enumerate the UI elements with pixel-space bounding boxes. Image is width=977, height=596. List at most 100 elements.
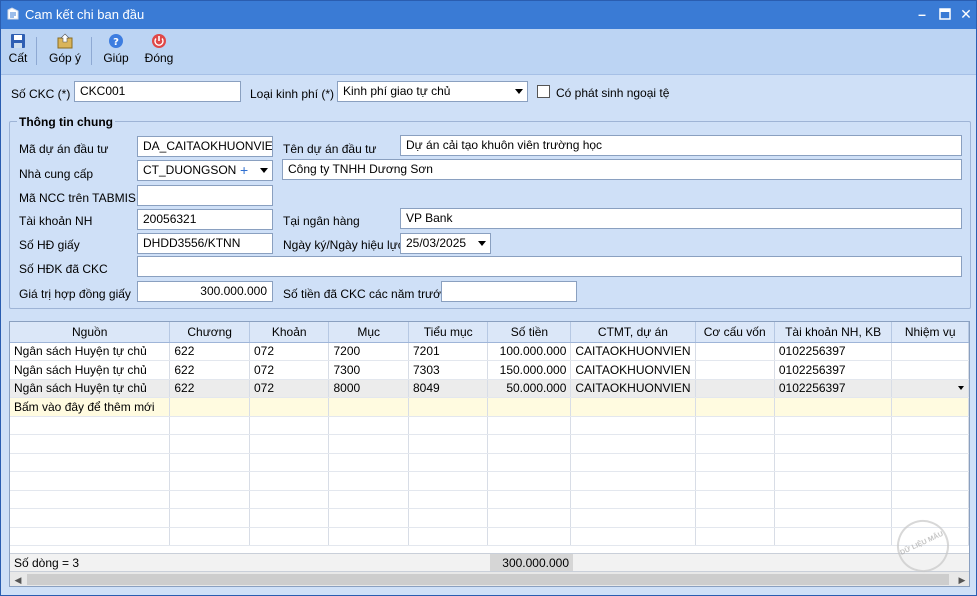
foreign-currency-checkbox[interactable] bbox=[537, 85, 550, 98]
table-cell[interactable]: 622 bbox=[169, 360, 250, 380]
table-cell[interactable]: 7300 bbox=[328, 360, 409, 380]
scrollbar-thumb[interactable] bbox=[27, 574, 949, 585]
table-cell[interactable]: 8049 bbox=[408, 379, 489, 398]
column-header[interactable]: Số tiền bbox=[487, 322, 572, 343]
table-cell[interactable]: 072 bbox=[249, 360, 330, 380]
table-cell[interactable]: 0102256397 bbox=[774, 342, 893, 361]
scroll-right-icon[interactable]: ▶ bbox=[954, 572, 969, 586]
chevron-down-icon[interactable] bbox=[958, 385, 964, 390]
table-row[interactable]: Ngân sách Huyện tự chủ 622 072 7300 7303… bbox=[10, 360, 969, 380]
table-cell[interactable] bbox=[695, 379, 775, 398]
table-cell[interactable]: 622 bbox=[169, 342, 250, 361]
sign-date-value: 25/03/2025 bbox=[406, 236, 467, 250]
column-header[interactable]: Cơ cấu vốn bbox=[695, 322, 775, 343]
chevron-down-icon[interactable] bbox=[260, 168, 268, 173]
column-header[interactable]: Nguồn bbox=[10, 322, 171, 343]
table-cell[interactable] bbox=[891, 360, 969, 380]
column-header[interactable]: Tiểu mục bbox=[408, 322, 489, 343]
table-cell[interactable]: 100.000.000 bbox=[487, 342, 572, 361]
table-cell bbox=[169, 397, 250, 417]
supplier-label: Nhà cung cấp bbox=[19, 167, 94, 181]
table-cell[interactable] bbox=[695, 342, 775, 361]
sign-date-label: Ngày ký/Ngày hiệu lực bbox=[283, 238, 404, 252]
column-header[interactable]: Nhiệm vụ bbox=[891, 322, 969, 343]
feedback-button[interactable]: Góp ý bbox=[45, 33, 85, 71]
table-cell[interactable] bbox=[891, 342, 969, 361]
sign-date-picker[interactable]: 25/03/2025 bbox=[400, 233, 491, 254]
supplier-name-input[interactable]: Công ty TNHH Dương Sơn bbox=[282, 159, 962, 180]
ckc-input[interactable]: CKC001 bbox=[74, 81, 241, 102]
account-input[interactable]: 20056321 bbox=[137, 209, 273, 230]
horizontal-scrollbar[interactable]: ◀ ▶ bbox=[10, 571, 969, 586]
table-cell[interactable]: 072 bbox=[249, 379, 330, 398]
table-cell[interactable]: CAITAOKHUONVIEN bbox=[570, 342, 696, 361]
add-new-row-text[interactable]: Bấm vào đây để thêm mới bbox=[10, 397, 171, 417]
tabmis-input[interactable] bbox=[137, 185, 273, 206]
ckc-label: Số CKC (*) bbox=[11, 87, 71, 101]
contract-value-input[interactable]: 300.000.000 bbox=[137, 281, 273, 302]
close-window-button[interactable]: ✕ bbox=[956, 5, 976, 23]
table-cell[interactable]: CAITAOKHUONVIEN bbox=[570, 379, 696, 398]
table-cell[interactable]: 072 bbox=[249, 342, 330, 361]
funding-label: Loại kinh phí (*) bbox=[250, 87, 335, 101]
maximize-icon bbox=[939, 8, 951, 20]
empty-row bbox=[10, 434, 969, 454]
table-cell[interactable]: Ngân sách Huyện tự chủ bbox=[10, 342, 171, 361]
empty-row bbox=[10, 527, 969, 546]
chevron-down-icon[interactable] bbox=[478, 241, 486, 246]
foreign-currency-label: Có phát sinh ngoại tệ bbox=[556, 86, 670, 100]
feedback-label: Góp ý bbox=[48, 51, 81, 65]
project-name-input[interactable]: Dự án cải tạo khuôn viên trường học bbox=[400, 135, 962, 156]
close-label: Đóng bbox=[144, 51, 174, 65]
close-button[interactable]: Đóng bbox=[141, 33, 177, 71]
maximize-button[interactable] bbox=[935, 5, 955, 23]
funding-select[interactable]: Kinh phí giao tự chủ bbox=[337, 81, 528, 102]
help-button[interactable]: ? Giúp bbox=[99, 33, 133, 71]
bank-input[interactable]: VP Bank bbox=[400, 208, 962, 229]
empty-row bbox=[10, 471, 969, 491]
column-header[interactable]: Tài khoản NH, KB bbox=[774, 322, 893, 343]
column-header[interactable]: Chương bbox=[169, 322, 250, 343]
table-cell[interactable]: 0102256397 bbox=[774, 379, 893, 398]
table-cell[interactable] bbox=[695, 360, 775, 380]
chevron-down-icon[interactable] bbox=[515, 89, 523, 94]
table-cell[interactable]: 7303 bbox=[408, 360, 489, 380]
prev-years-input[interactable] bbox=[441, 281, 577, 302]
table-cell[interactable] bbox=[891, 379, 969, 398]
budget-grid: Nguồn Chương Khoản Mục Tiểu mục Số tiền … bbox=[9, 321, 970, 587]
table-cell[interactable]: 7201 bbox=[408, 342, 489, 361]
table-cell[interactable]: 7200 bbox=[328, 342, 409, 361]
contract-number-input[interactable]: DHDD3556/KTNN bbox=[137, 233, 273, 254]
table-cell[interactable]: 8000 bbox=[328, 379, 409, 398]
add-icon[interactable]: + bbox=[240, 162, 248, 178]
table-cell bbox=[695, 397, 775, 417]
hdk-input[interactable] bbox=[137, 256, 962, 277]
help-icon: ? bbox=[109, 34, 123, 48]
table-cell[interactable]: Ngân sách Huyện tự chủ bbox=[10, 360, 171, 380]
scroll-left-icon[interactable]: ◀ bbox=[10, 572, 26, 586]
add-new-row[interactable]: Bấm vào đây để thêm mới bbox=[10, 397, 969, 417]
column-header[interactable]: Mục bbox=[328, 322, 409, 343]
table-cell[interactable]: 622 bbox=[169, 379, 250, 398]
table-cell[interactable]: 0102256397 bbox=[774, 360, 893, 380]
column-header[interactable]: CTMT, dự án bbox=[570, 322, 696, 343]
project-code-input[interactable]: DA_CAITAOKHUONVIE bbox=[137, 136, 273, 157]
floppy-icon bbox=[11, 34, 25, 48]
column-header[interactable]: Khoản bbox=[249, 322, 330, 343]
supplier-select[interactable]: CT_DUONGSON + bbox=[137, 160, 273, 181]
table-row-selected[interactable]: Ngân sách Huyện tự chủ 622 072 8000 8049… bbox=[10, 379, 969, 398]
table-cell bbox=[249, 397, 330, 417]
empty-row bbox=[10, 508, 969, 528]
table-cell[interactable]: Ngân sách Huyện tự chủ bbox=[10, 379, 171, 398]
table-row[interactable]: Ngân sách Huyện tự chủ 622 072 7200 7201… bbox=[10, 342, 969, 361]
prev-years-label: Số tiền đã CKC các năm trước bbox=[283, 287, 447, 301]
title-bar: Cam kết chi ban đầu – ✕ bbox=[1, 1, 976, 29]
table-cell[interactable]: 150.000.000 bbox=[487, 360, 572, 380]
grid-footer: Số dòng = 3 300.000.000 bbox=[10, 553, 969, 571]
table-cell[interactable]: 50.000.000 bbox=[487, 379, 572, 398]
table-cell[interactable]: CAITAOKHUONVIEN bbox=[570, 360, 696, 380]
minimize-button[interactable]: – bbox=[912, 5, 932, 23]
save-button[interactable]: Cất bbox=[5, 33, 31, 71]
grid-header-row: Nguồn Chương Khoản Mục Tiểu mục Số tiền … bbox=[10, 322, 969, 343]
watermark-text: DỮ LIỆU MẪU bbox=[899, 530, 945, 557]
